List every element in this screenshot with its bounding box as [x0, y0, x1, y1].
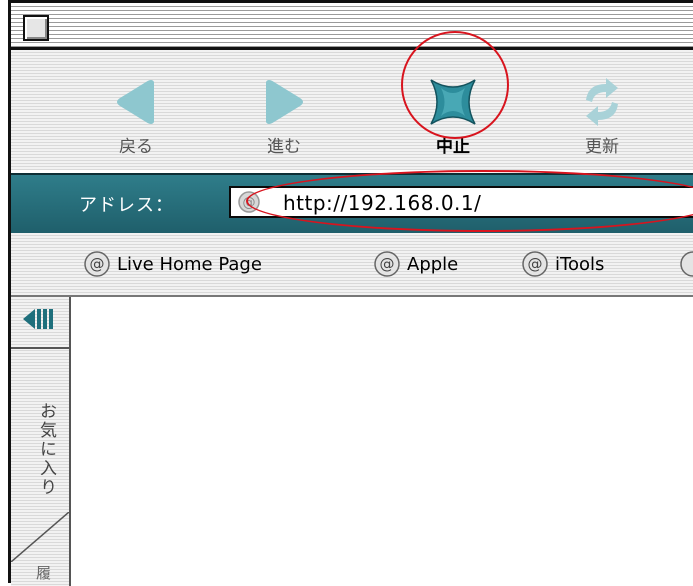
refresh-icon [586, 78, 618, 126]
tab-divider [11, 512, 69, 562]
svg-text:@: @ [243, 196, 256, 211]
address-value: http://192.168.0.1/ [283, 191, 482, 215]
svg-text:@: @ [90, 255, 105, 273]
favorite-item[interactable]: @ iTools [521, 249, 604, 279]
at-icon: @ [84, 251, 110, 277]
stop-button[interactable]: 中止 [408, 76, 498, 166]
favorite-item-partial[interactable] [679, 249, 693, 279]
title-bar[interactable] [11, 3, 693, 50]
address-label: アドレス： [79, 195, 174, 216]
stop-label: 中止 [436, 137, 470, 157]
back-button[interactable]: 戻る [91, 76, 181, 166]
page-content[interactable] [71, 297, 693, 583]
at-icon: @ [522, 251, 548, 277]
forward-label: 進む [267, 137, 301, 157]
browser-window: 戻る 進む 中止 更新 アドレス： @ http://192.168.0.1/ … [8, 0, 693, 586]
back-arrow-icon [117, 80, 154, 124]
forward-button[interactable]: 進む [239, 76, 329, 166]
favorite-item[interactable]: @ Live Home Page [83, 249, 262, 279]
at-icon [680, 251, 693, 277]
toolbar: 戻る 進む 中止 更新 [11, 50, 693, 170]
forward-arrow-icon [266, 80, 303, 124]
svg-text:@: @ [528, 255, 543, 273]
favorite-label: iTools [555, 253, 605, 275]
address-input[interactable]: @ http://192.168.0.1/ [229, 186, 693, 218]
back-label: 戻る [119, 137, 153, 157]
favorites-tab[interactable]: お気に入り [19, 369, 59, 529]
address-bar: アドレス： @ http://192.168.0.1/ [11, 173, 693, 235]
close-box[interactable] [23, 15, 49, 41]
stop-x-icon [428, 77, 478, 127]
at-icon: @ [238, 191, 260, 213]
history-tab[interactable]: 履 [33, 565, 54, 580]
refresh-label: 更新 [585, 137, 619, 157]
sidebar-tabs: お気に入り 履 [11, 297, 71, 586]
collapse-sidebar-icon[interactable] [19, 301, 59, 337]
favorite-label: Apple [407, 253, 459, 275]
svg-text:@: @ [380, 255, 395, 273]
favorite-label: Live Home Page [117, 253, 262, 275]
refresh-button[interactable]: 更新 [557, 76, 647, 166]
at-icon: @ [374, 251, 400, 277]
favorites-bar: @ Live Home Page @ Apple @ iTools [11, 233, 693, 297]
favorite-item[interactable]: @ Apple [373, 249, 458, 279]
